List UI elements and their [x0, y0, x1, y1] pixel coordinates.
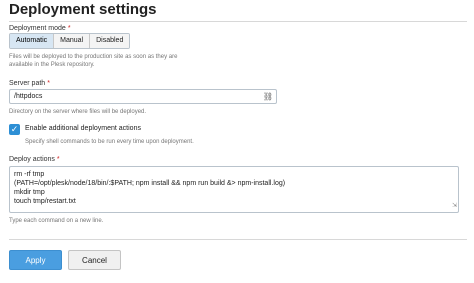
deploy-actions-help: Type each command on a new line. — [9, 218, 104, 224]
command-line: touch tmp/restart.txt — [14, 198, 76, 205]
mode-option-disabled[interactable]: Disabled — [90, 34, 130, 48]
server-path-input[interactable]: /httpdocs ⛓ — [9, 89, 277, 104]
server-path-label: Server path * — [9, 80, 50, 87]
enable-actions-label: Enable additional deployment actions — [25, 125, 141, 132]
deployment-mode-help: Files will be deployed to the production… — [9, 54, 178, 68]
apply-button[interactable]: Apply — [9, 250, 62, 270]
deployment-mode-label: Deployment mode * — [9, 25, 71, 32]
command-line: rm -rf tmp — [14, 171, 45, 178]
command-line: (PATH=/opt/plesk/node/18/bin/:$PATH; npm… — [14, 180, 286, 187]
folder-browse-icon[interactable]: ⛓ — [263, 92, 273, 101]
mode-option-automatic[interactable]: Automatic — [10, 34, 55, 48]
mode-option-manual[interactable]: Manual — [54, 34, 91, 48]
footer-divider — [9, 239, 467, 240]
deploy-actions-label: Deploy actions * — [9, 156, 60, 163]
deployment-mode-selector: Automatic Manual Disabled — [9, 33, 131, 49]
deploy-actions-textarea[interactable]: rm -rf tmp (PATH=/opt/plesk/node/18/bin/… — [9, 166, 459, 213]
resize-handle-icon[interactable]: ⇲ — [452, 202, 457, 211]
enable-actions-help: Specify shell commands to be run every t… — [25, 139, 194, 145]
server-path-help: Directory on the server where files will… — [9, 109, 147, 115]
enable-actions-checkbox[interactable]: ✓ — [9, 124, 20, 135]
page-title: Deployment settings — [9, 1, 157, 18]
title-divider — [9, 21, 467, 22]
command-line: mkdir tmp — [14, 189, 45, 196]
cancel-button[interactable]: Cancel — [68, 250, 121, 270]
